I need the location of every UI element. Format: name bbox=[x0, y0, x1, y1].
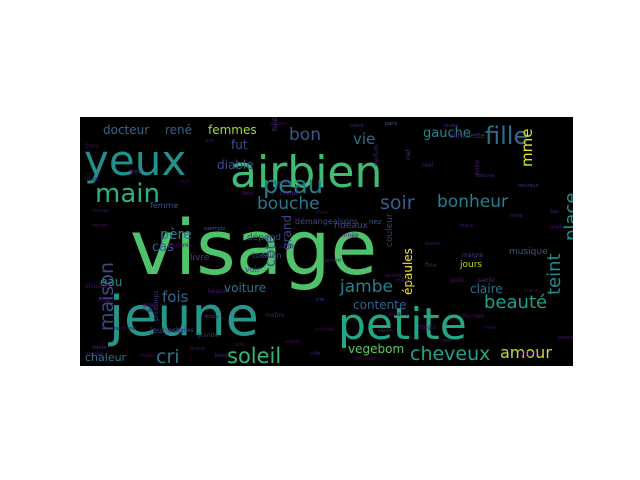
word-ideal: idéal bbox=[85, 176, 100, 183]
word-mari: mari bbox=[485, 325, 496, 331]
word-annee: année bbox=[85, 351, 104, 358]
word-bonheur: bonheur bbox=[437, 192, 508, 212]
word-journee: journée bbox=[314, 326, 334, 333]
word-vie: vie bbox=[353, 130, 375, 148]
word-heures: heures bbox=[92, 208, 109, 214]
word-beaux: beaux bbox=[208, 288, 227, 295]
word-cloud: visage jeune yeux airbien petite main peau fill… bbox=[80, 117, 573, 366]
word-parfum: parfum bbox=[373, 144, 380, 166]
word-grande: grande bbox=[197, 332, 219, 339]
word-vague: vague bbox=[285, 339, 300, 345]
word-femme: femme bbox=[150, 201, 178, 210]
word-temps: temps bbox=[92, 223, 108, 229]
word-eugenie: eugénie bbox=[168, 242, 192, 249]
word-nuit: nuit bbox=[180, 179, 190, 185]
word-fortune: fortune bbox=[476, 173, 494, 179]
word-soins: soins bbox=[279, 244, 292, 250]
word-nez: nez bbox=[369, 218, 382, 226]
word-parole: parole bbox=[558, 335, 573, 341]
word-ciel: ciel bbox=[405, 149, 412, 160]
word-louise: louise bbox=[444, 123, 459, 129]
word-ville: ville bbox=[310, 351, 320, 357]
word-jambe: jambe bbox=[339, 277, 393, 297]
word-reel: réel bbox=[422, 162, 434, 169]
word-bon: bon bbox=[289, 125, 321, 145]
word-depend: dépend bbox=[247, 232, 281, 243]
word-savon: savon bbox=[378, 328, 393, 334]
word-bouche: bouche bbox=[257, 194, 320, 214]
word-amie: amie bbox=[510, 213, 522, 219]
word-robe: robe bbox=[440, 338, 451, 344]
word-disparut: disparut bbox=[85, 283, 110, 290]
word-rose: rose bbox=[98, 297, 111, 304]
word-mots: mots bbox=[316, 210, 329, 216]
word-fabienne: fabienne bbox=[114, 326, 136, 332]
word-cri: cri bbox=[156, 346, 180, 366]
word-formes: formes bbox=[463, 313, 484, 320]
word-jours: jours bbox=[459, 260, 482, 270]
word-belles: belles bbox=[176, 327, 194, 334]
word-fleur: fleur bbox=[242, 191, 254, 197]
word-vegebom: vegebom bbox=[348, 342, 404, 356]
word-rene: rené bbox=[165, 123, 192, 137]
word-tokalon: tokalon bbox=[252, 251, 282, 260]
word-coeur: coeur bbox=[350, 123, 365, 129]
word-voir: voir bbox=[245, 265, 261, 274]
word-creme: crème bbox=[280, 190, 299, 197]
word-femmes: femmes bbox=[208, 123, 257, 137]
word-donner: donner bbox=[355, 355, 377, 362]
word-rire: rire bbox=[316, 297, 324, 303]
word-age: âge bbox=[550, 208, 559, 215]
word-blanc: blanc bbox=[460, 223, 474, 229]
word-heureux: heureux bbox=[518, 183, 539, 189]
word-diable: diable bbox=[217, 158, 254, 172]
word-docteur: docteur bbox=[103, 123, 149, 137]
word-mere: mère bbox=[525, 287, 538, 294]
word-argent: argent bbox=[520, 350, 540, 357]
word-ans: ans bbox=[205, 138, 214, 144]
word-couleur: couleur bbox=[385, 213, 395, 247]
word-boire: boire bbox=[215, 353, 228, 359]
word-malgre: malgré bbox=[462, 252, 483, 259]
word-joie: joie bbox=[234, 342, 244, 348]
word-annee: année bbox=[340, 232, 359, 239]
word-enfant: enfant bbox=[325, 258, 341, 264]
word-teint: teint bbox=[544, 253, 565, 295]
word-fine: fine bbox=[425, 262, 437, 269]
word-musique: musique bbox=[509, 247, 548, 257]
word-exemple: exemple bbox=[204, 226, 225, 232]
word-mois: mois bbox=[550, 224, 564, 231]
word-demangeaisons: démangeaisons bbox=[295, 216, 358, 226]
word-soir: soir bbox=[380, 192, 415, 214]
word-mains: mains bbox=[140, 353, 155, 359]
word-voiture: voiture bbox=[224, 281, 266, 295]
word-arriere: arrière bbox=[385, 272, 402, 279]
word-frere: frère bbox=[130, 168, 142, 175]
word-doigts: doigts bbox=[418, 324, 436, 331]
word-douce: douce bbox=[204, 314, 219, 320]
word-cheveux: cheveux bbox=[410, 343, 490, 365]
word-silhouette: silhouette bbox=[450, 132, 485, 140]
word-livre: livre bbox=[190, 253, 210, 263]
word-front: front bbox=[85, 143, 100, 150]
word-sante: santé bbox=[478, 277, 495, 284]
word-seule: seule bbox=[140, 308, 153, 314]
word-fois: fois bbox=[162, 288, 189, 306]
word-calcaire: calcaire bbox=[385, 311, 409, 318]
word-mme: mme bbox=[518, 129, 536, 167]
word-fut: fut bbox=[231, 138, 248, 152]
word-paris: paris bbox=[385, 121, 398, 127]
word-brune: brune bbox=[190, 346, 205, 352]
word-maitre: maître bbox=[265, 312, 285, 319]
word-place: place bbox=[561, 193, 573, 241]
word-famille: famille bbox=[275, 180, 292, 186]
word-contente: contente bbox=[353, 298, 406, 312]
word-levres: lèvres bbox=[425, 240, 440, 247]
word-teinte: teinte bbox=[92, 345, 107, 351]
word-gout: goût bbox=[450, 277, 464, 284]
word-epaules: épaules bbox=[401, 248, 415, 295]
word-cloud-canvas: visagejeuneyeux airbienpetitemain peaufill… bbox=[84, 117, 573, 366]
word-poudre: poudre bbox=[270, 121, 288, 127]
word-claire: claire bbox=[470, 282, 503, 296]
